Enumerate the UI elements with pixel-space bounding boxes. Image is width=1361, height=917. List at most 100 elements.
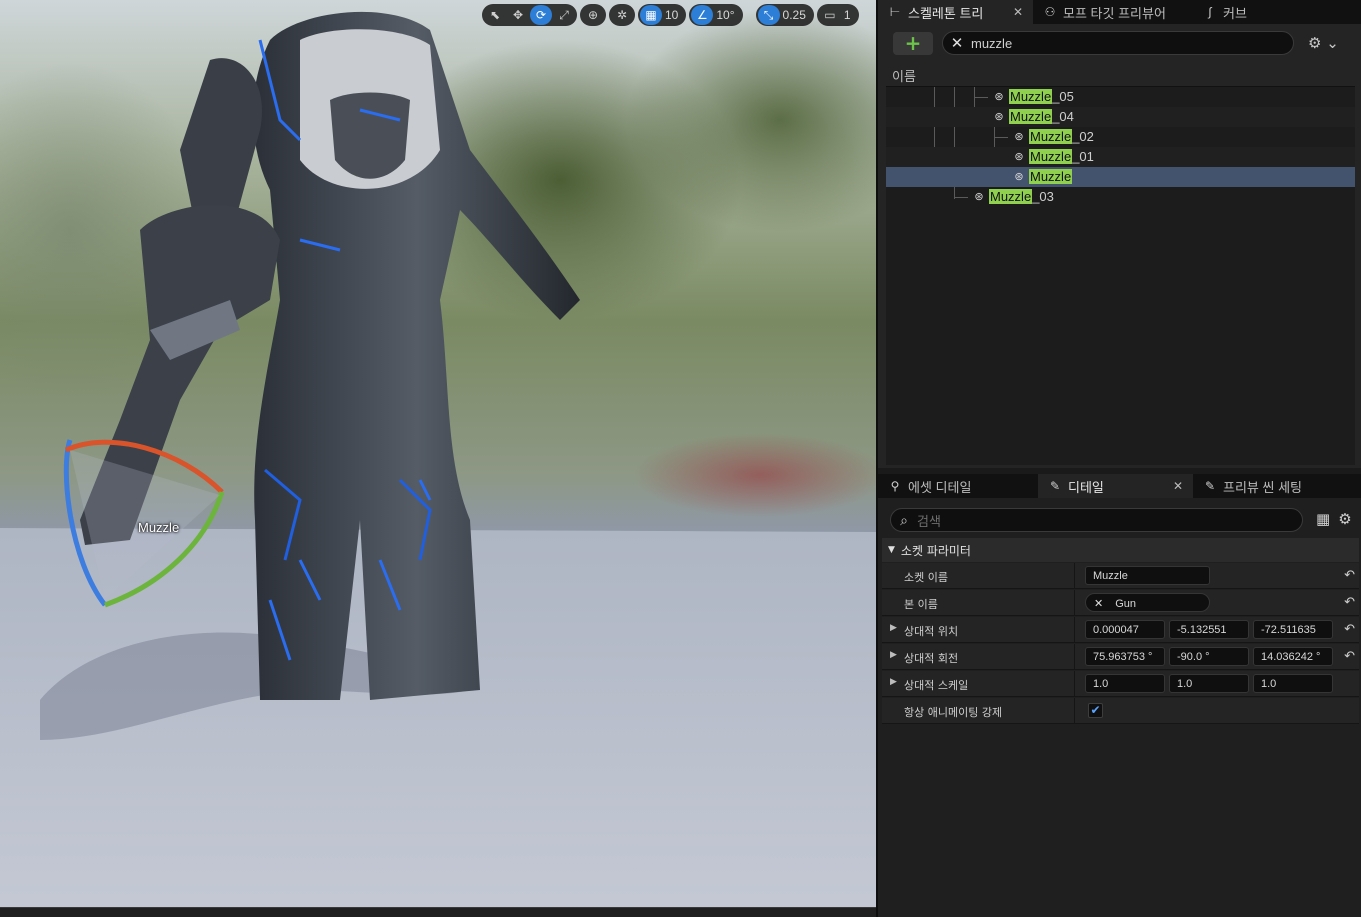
property-label: 상대적 위치 bbox=[904, 625, 959, 638]
translate-tool-icon[interactable]: ✥ bbox=[507, 5, 529, 25]
top-tab-bar: ⊢ 스켈레톤 트리 ✕ ⚇ 모프 타깃 프리뷰어 ∫ 커브 bbox=[878, 0, 1361, 24]
name-column-label: 이름 bbox=[892, 69, 916, 84]
tree-row[interactable]: ⊛ Muzzle_01 bbox=[886, 147, 1355, 167]
property-label: 상대적 회전 bbox=[904, 652, 959, 665]
scale-x-field[interactable]: 1.0 bbox=[1085, 674, 1165, 693]
clear-search-icon[interactable]: ✕ bbox=[943, 34, 971, 52]
property-label: 상대적 스케일 bbox=[904, 679, 969, 692]
expand-arrow-icon[interactable]: ▶ bbox=[890, 623, 897, 633]
camera-speed-value[interactable]: 1 bbox=[842, 8, 857, 22]
tree-list: ⊛ Muzzle_05 ⊛ Muzzle_04 ⊛ Muzzle_02 ⊛ Mu… bbox=[886, 87, 1355, 465]
tab-skeleton-tree[interactable]: ⊢ 스켈레톤 트리 ✕ bbox=[878, 0, 1033, 24]
settings-gear-icon[interactable]: ⚙ bbox=[1338, 510, 1351, 528]
search-match: Muzzle bbox=[1029, 149, 1073, 164]
tab-details[interactable]: ✎ 디테일 ✕ bbox=[1038, 474, 1193, 498]
scale-snap-group: ⤡ 0.25 bbox=[755, 4, 814, 26]
socket-parameters-section[interactable]: ▼ 소켓 파라미터 bbox=[882, 538, 1359, 562]
search-match: Muzzle bbox=[1029, 129, 1073, 144]
select-tool-icon[interactable]: ⬉ bbox=[484, 5, 506, 25]
tab-morph-target-label: 모프 타깃 프리뷰어 bbox=[1063, 5, 1166, 21]
tab-morph-target-previewer[interactable]: ⚇ 모프 타깃 프리뷰어 bbox=[1033, 0, 1193, 24]
tree-row[interactable]: ⊛ Muzzle_03 bbox=[886, 187, 1355, 207]
details-search-placeholder: 검색 bbox=[917, 513, 941, 529]
tab-curves[interactable]: ∫ 커브 bbox=[1193, 0, 1293, 24]
socket-name-suffix: _04 bbox=[1052, 109, 1074, 124]
property-row-bone-name: 본 이름 ✕ Gun ↶ bbox=[882, 590, 1359, 616]
tab-skeleton-tree-label: 스켈레톤 트리 bbox=[908, 5, 984, 21]
property-row-relative-location: ▶ 상대적 위치 0.000047 -5.132551 -72.511635 ↶ bbox=[882, 617, 1359, 643]
pencil-icon: ✎ bbox=[1204, 479, 1216, 493]
scale-tool-icon[interactable]: ⤢ bbox=[553, 5, 575, 25]
location-z-field[interactable]: -72.511635 bbox=[1253, 620, 1333, 639]
scale-y-field[interactable]: 1.0 bbox=[1169, 674, 1249, 693]
tree-row[interactable]: ⊛ Muzzle_05 bbox=[886, 87, 1355, 107]
surface-snap-icon[interactable]: ✲ bbox=[611, 5, 633, 25]
close-icon[interactable]: ✕ bbox=[1173, 479, 1183, 493]
socket-name-suffix: _03 bbox=[1032, 189, 1054, 204]
search-match: Muzzle bbox=[1029, 169, 1073, 184]
scale-snap-icon[interactable]: ⤡ bbox=[757, 5, 780, 25]
tab-preview-scene-settings[interactable]: ✎ 프리뷰 씬 세팅 bbox=[1193, 474, 1353, 498]
skeleton-tree-icon: ⊢ bbox=[889, 5, 901, 19]
tree-row[interactable]: ⊛ Muzzle_02 bbox=[886, 127, 1355, 147]
reset-icon[interactable]: ↶ bbox=[1344, 568, 1355, 583]
pencil-icon: ✎ bbox=[1049, 479, 1061, 493]
tab-asset-details[interactable]: ⚲ 에셋 디테일 bbox=[878, 474, 1038, 498]
rotation-snap-value[interactable]: 10° bbox=[714, 8, 740, 22]
table-view-icon[interactable]: ▦ bbox=[1316, 510, 1330, 528]
rotation-x-field[interactable]: 75.963753 ° bbox=[1085, 647, 1165, 666]
tree-search-input[interactable]: ✕ muzzle bbox=[942, 31, 1294, 55]
expand-arrow-icon[interactable]: ▶ bbox=[890, 677, 897, 687]
socket-icon: ⊛ bbox=[994, 110, 1004, 123]
section-title: 소켓 파라미터 bbox=[900, 543, 971, 558]
rotation-y-field[interactable]: -90.0 ° bbox=[1169, 647, 1249, 666]
grid-snap-icon[interactable]: ▦ bbox=[640, 5, 662, 25]
reset-icon[interactable]: ↶ bbox=[1344, 622, 1355, 637]
property-label: 소켓 이름 bbox=[904, 571, 948, 584]
viewport-bottom-bar bbox=[0, 907, 876, 917]
camera-icon[interactable]: ▭ bbox=[819, 5, 841, 25]
details-search-input[interactable]: ⌕ 검색 bbox=[890, 508, 1303, 532]
socket-icon: ⊛ bbox=[994, 90, 1004, 103]
rotation-snap-icon[interactable]: ∠ bbox=[691, 5, 714, 25]
force-animate-checkbox[interactable]: ✔ bbox=[1088, 703, 1103, 718]
details-tab-bar: ⚲ 에셋 디테일 ✎ 디테일 ✕ ✎ 프리뷰 씬 세팅 bbox=[878, 474, 1361, 498]
socket-icon: ⊛ bbox=[1014, 150, 1024, 163]
property-row-relative-scale: ▶ 상대적 스케일 1.0 1.0 1.0 bbox=[882, 671, 1359, 697]
search-match: Muzzle bbox=[1009, 109, 1053, 124]
socket-icon: ⊛ bbox=[1014, 130, 1024, 143]
tree-row-selected[interactable]: ⊛ Muzzle bbox=[886, 167, 1355, 187]
socket-name-suffix: _05 bbox=[1052, 89, 1074, 104]
reset-icon[interactable]: ↶ bbox=[1344, 649, 1355, 664]
grid-snap-value[interactable]: 10 bbox=[663, 8, 684, 22]
location-x-field[interactable]: 0.000047 bbox=[1085, 620, 1165, 639]
bone-name-field[interactable]: ✕ Gun bbox=[1085, 593, 1210, 612]
tree-row[interactable]: ⊛ Muzzle_04 bbox=[886, 107, 1355, 127]
rotation-z-field[interactable]: 14.036242 ° bbox=[1253, 647, 1333, 666]
tree-settings-icon[interactable]: ⚙ ⌄ bbox=[1308, 34, 1339, 52]
world-space-icon[interactable]: ⊕ bbox=[582, 5, 604, 25]
close-icon[interactable]: ✕ bbox=[1013, 5, 1023, 19]
morph-target-icon: ⚇ bbox=[1044, 5, 1056, 19]
clear-bone-icon[interactable]: ✕ bbox=[1094, 598, 1103, 610]
tree-column-header: 이름 bbox=[886, 60, 1355, 87]
scale-z-field[interactable]: 1.0 bbox=[1253, 674, 1333, 693]
tree-search-value: muzzle bbox=[971, 35, 1013, 51]
viewport-scene bbox=[0, 11, 876, 917]
location-y-field[interactable]: -5.132551 bbox=[1169, 620, 1249, 639]
curve-icon: ∫ bbox=[1208, 5, 1212, 19]
socket-name-suffix: _01 bbox=[1072, 149, 1094, 164]
add-socket-button[interactable]: + bbox=[893, 32, 933, 55]
property-label: 항상 애니메이팅 강제 bbox=[904, 706, 1003, 719]
rotate-tool-icon[interactable]: ⟳ bbox=[530, 5, 552, 25]
reset-icon[interactable]: ↶ bbox=[1344, 595, 1355, 610]
socket-name-field[interactable]: Muzzle bbox=[1085, 566, 1210, 585]
expand-arrow-icon[interactable]: ▶ bbox=[890, 650, 897, 660]
socket-name-suffix: _02 bbox=[1072, 129, 1094, 144]
grid-snap-group: ▦ 10 bbox=[638, 4, 687, 26]
scale-snap-value[interactable]: 0.25 bbox=[781, 8, 812, 22]
viewport[interactable]: ⬉ ✥ ⟳ ⤢ ⊕ ✲ ▦ 10 ∠ 10° ⤡ 0.25 ▭ 1 Muzzle bbox=[0, 0, 876, 917]
tab-details-label: 디테일 bbox=[1068, 479, 1104, 495]
camera-speed-group: ▭ 1 bbox=[816, 4, 859, 26]
right-panels: ⊢ 스켈레톤 트리 ✕ ⚇ 모프 타깃 프리뷰어 ∫ 커브 + ✕ muzzle… bbox=[876, 0, 1361, 917]
